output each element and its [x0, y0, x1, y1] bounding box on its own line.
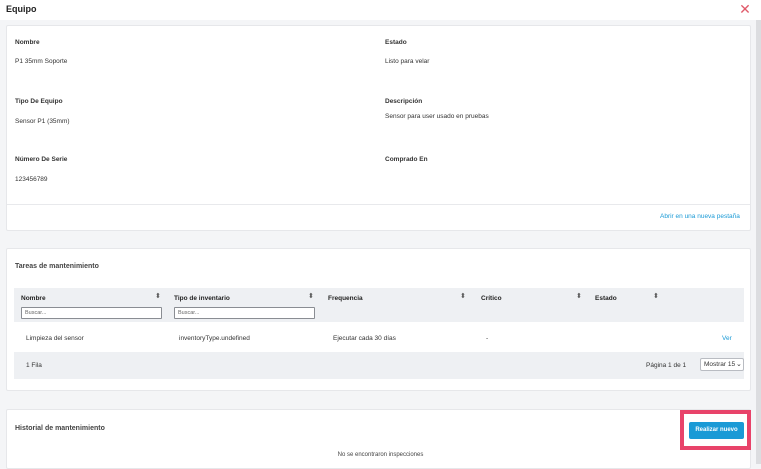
sort-arrows-icon[interactable]: ⬍	[308, 293, 314, 301]
scroll-track[interactable]	[756, 20, 761, 464]
open-new-tab-link[interactable]: Abrir en una nueva pestaña	[660, 213, 740, 220]
ver-link[interactable]: Ver	[722, 335, 732, 342]
descripcion-value: Sensor para user usado en pruebas	[385, 113, 489, 120]
sort-arrows-icon[interactable]: ⬍	[460, 293, 466, 301]
col-tipo-inventario[interactable]: Tipo de inventario	[174, 295, 230, 302]
close-icon[interactable]: ✕	[738, 1, 752, 17]
chevron-down-icon: ⌄	[736, 361, 742, 368]
equipo-modal: Equipo ✕ Nombre P1 35mm Soporte Estado L…	[0, 0, 761, 469]
sort-arrows-icon[interactable]: ⬍	[155, 293, 161, 301]
filter-tipo-input[interactable]	[174, 307, 315, 319]
page-size-select[interactable]: Mostrar 15 ⌄	[700, 358, 744, 371]
numero-serie-label: Número De Serie	[15, 156, 68, 163]
details-card: Nombre P1 35mm Soporte Estado Listo para…	[6, 25, 751, 231]
numero-serie-value: 123456789	[15, 176, 48, 183]
tareas-table: Nombre ⬍ Tipo de inventario ⬍ Frequencia…	[14, 288, 744, 379]
empty-message: No se encontraron inspecciones	[337, 452, 424, 458]
nombre-value: P1 35mm Soporte	[15, 58, 68, 65]
cell-nombre: Limpieza del sensor	[26, 335, 84, 342]
descripcion-label: Descripción	[385, 98, 423, 105]
table-footer: 1 Fila Página 1 de 1	[14, 352, 744, 379]
cell-tipo: inventoryType.undefined	[179, 335, 250, 342]
row-count: 1 Fila	[26, 362, 42, 369]
cell-critico: -	[486, 335, 489, 342]
filter-nombre-input[interactable]	[21, 307, 162, 319]
page-indicator: Página 1 de 1	[646, 362, 687, 369]
col-critico[interactable]: Crítico	[481, 295, 502, 302]
tipo-equipo-value: Sensor P1 (35mm)	[15, 118, 70, 125]
col-estado[interactable]: Estado	[595, 295, 617, 302]
tareas-title: Tareas de mantenimiento	[15, 263, 99, 270]
realizar-nuevo-button[interactable]: Realizar nuevo	[689, 422, 744, 439]
estado-value: Listo para velar	[385, 58, 430, 65]
cell-frecuencia: Ejecutar cada 30 días	[333, 335, 396, 342]
historial-card: Historial de mantenimiento	[6, 409, 751, 469]
col-nombre[interactable]: Nombre	[21, 295, 46, 302]
page-size-value: Mostrar 15	[704, 361, 736, 368]
modal-title: Equipo	[6, 4, 37, 14]
sort-arrows-icon[interactable]: ⬍	[576, 293, 582, 301]
historial-title: Historial de mantenimiento	[15, 425, 105, 432]
tipo-equipo-label: Tipo De Equipo	[15, 98, 63, 105]
estado-label: Estado	[385, 39, 407, 46]
table-header: Nombre ⬍ Tipo de inventario ⬍ Frequencia…	[14, 288, 744, 322]
nombre-label: Nombre	[15, 39, 40, 46]
col-frecuencia[interactable]: Frequencia	[328, 295, 363, 302]
comprado-en-label: Comprado En	[385, 156, 428, 163]
details-divider	[7, 204, 750, 205]
sort-arrows-icon[interactable]: ⬍	[653, 293, 659, 301]
modal-header: Equipo ✕	[0, 0, 761, 20]
